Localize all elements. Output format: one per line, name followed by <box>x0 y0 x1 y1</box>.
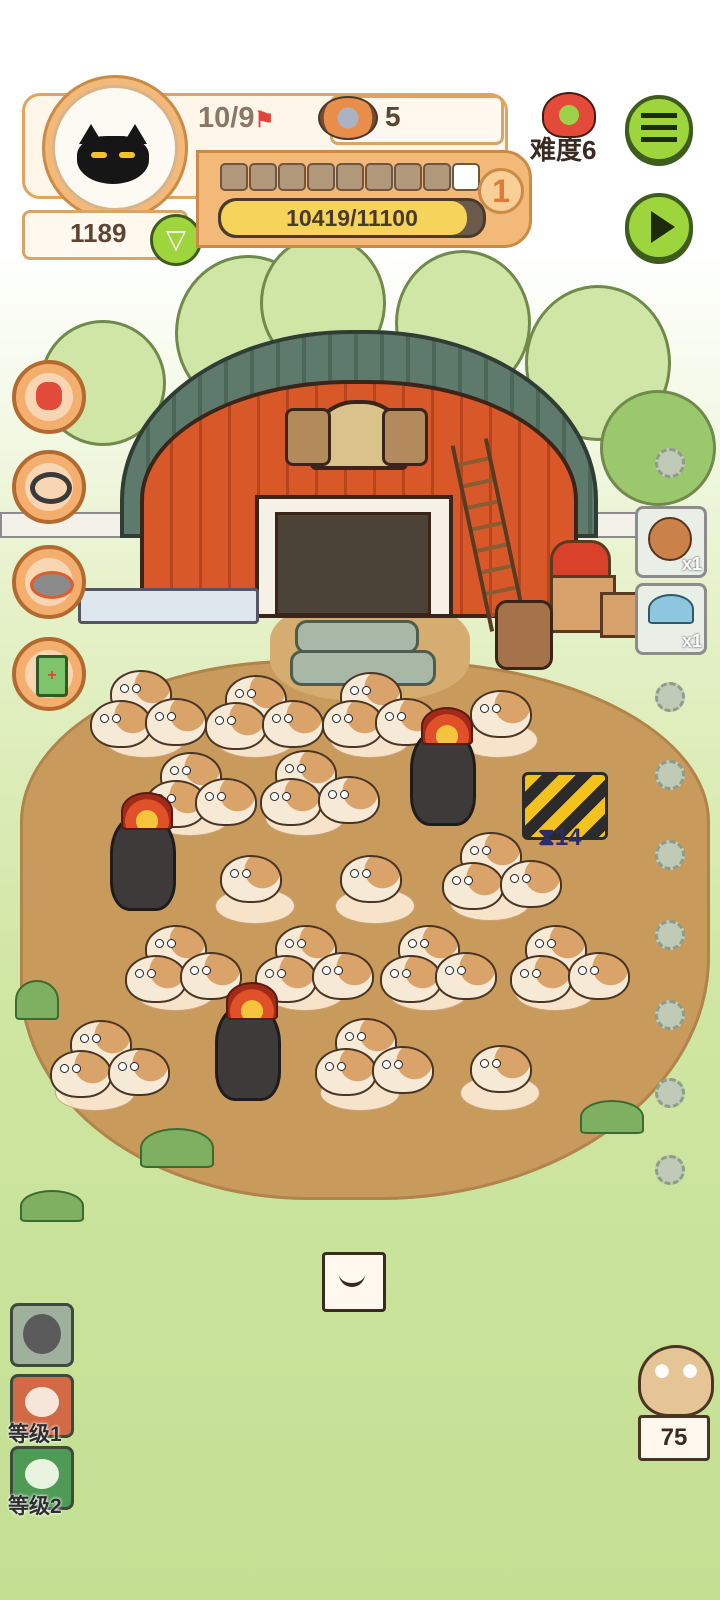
hamster[interactable] <box>262 700 324 748</box>
bowl-icon <box>30 571 74 599</box>
hamster[interactable] <box>260 778 322 826</box>
progress-segment <box>307 163 335 191</box>
level-badge: 1 <box>478 168 524 214</box>
rooster[interactable] <box>215 982 281 1101</box>
hamster[interactable] <box>220 855 282 903</box>
xp-text: 10419/11100 <box>286 205 418 231</box>
cat-count: 10/9⚑ <box>198 102 274 135</box>
progress-segment <box>336 163 364 191</box>
hamster[interactable] <box>510 955 572 1003</box>
carrot-planter <box>78 588 259 624</box>
hamster[interactable] <box>500 860 562 908</box>
black-cat-icon <box>77 124 149 184</box>
progress-segment <box>423 163 451 191</box>
hamster[interactable] <box>340 855 402 903</box>
item-peanut[interactable]: x1 <box>635 506 707 578</box>
level2-label: 等级2 <box>8 1495 62 1518</box>
list-icon <box>641 113 677 143</box>
hamster-counter[interactable]: 75 <box>638 1345 714 1461</box>
empty-slot-icon <box>655 682 685 712</box>
level-badge-value: 1 <box>492 173 510 209</box>
cat-toy-icon <box>36 382 62 410</box>
health-device-button[interactable]: + <box>12 637 86 711</box>
rooster[interactable] <box>110 792 176 911</box>
shield-down-icon[interactable]: ▽ <box>150 214 202 266</box>
food-bowl-icon <box>318 96 378 140</box>
empty-slot-icon <box>655 1078 685 1108</box>
play-button[interactable] <box>625 193 693 261</box>
collar-icon <box>30 472 72 504</box>
progress-segment <box>365 163 393 191</box>
cat-shop-button[interactable] <box>12 360 86 434</box>
progress-segment <box>278 163 306 191</box>
hamster[interactable] <box>205 702 267 750</box>
empty-slot-icon <box>655 1155 685 1185</box>
empty-slot-icon <box>655 760 685 790</box>
progress-segment <box>249 163 277 191</box>
cat-level1-icon <box>25 1387 59 1417</box>
hamster[interactable] <box>315 1048 377 1096</box>
food-count: 5 <box>385 101 401 132</box>
item-count: x1 <box>681 631 702 651</box>
hamster-portrait-icon <box>638 1345 714 1417</box>
flag-icon: ⚑ <box>254 107 275 132</box>
cat-silhouette-icon <box>23 1314 61 1354</box>
play-icon <box>651 211 675 243</box>
barn-door <box>275 512 431 616</box>
hamster[interactable] <box>435 952 497 1000</box>
item-count: x1 <box>681 554 702 574</box>
barrier-timer: ⧗14 <box>538 824 582 852</box>
hamster[interactable] <box>50 1050 112 1098</box>
xp-bar: 10419/11100 <box>218 198 486 238</box>
empty-slot-icon <box>655 1000 685 1030</box>
hamster[interactable] <box>312 952 374 1000</box>
item-mushroom[interactable]: x1 <box>635 583 707 655</box>
hamster[interactable] <box>442 862 504 910</box>
progress-segment <box>394 163 422 191</box>
hamster[interactable] <box>90 700 152 748</box>
rooster[interactable] <box>410 707 476 826</box>
level1-label: 等级1 <box>8 1423 62 1446</box>
food-bowl-button[interactable] <box>12 545 86 619</box>
hamster[interactable] <box>372 1046 434 1094</box>
barrel <box>495 600 553 670</box>
hamster[interactable] <box>195 778 257 826</box>
hamster[interactable] <box>108 1048 170 1096</box>
collar-button[interactable] <box>12 450 86 524</box>
menu-button[interactable] <box>625 95 693 163</box>
hourglass-icon: ⧗ <box>538 824 555 851</box>
empty-slot-icon <box>655 840 685 870</box>
empty-slot-icon <box>655 920 685 950</box>
chevron-down-icon <box>339 1271 365 1287</box>
hamster-count: 75 <box>638 1415 710 1461</box>
hamster[interactable] <box>318 776 380 824</box>
hamster[interactable] <box>470 1045 532 1093</box>
hamster[interactable] <box>380 955 442 1003</box>
locked-cat-button[interactable] <box>10 1303 74 1367</box>
coin-count: 1189 <box>70 218 127 248</box>
hamster[interactable] <box>568 952 630 1000</box>
difficulty-label: 难度6 <box>530 135 597 165</box>
cat-count-value: 10/9 <box>198 102 255 134</box>
cat-level2-icon <box>25 1459 59 1489</box>
collapse-tab[interactable] <box>322 1252 386 1312</box>
barrier-timer-value: 14 <box>554 824 582 851</box>
progress-segment <box>452 163 480 191</box>
mushroom-icon <box>648 594 694 624</box>
hamster[interactable] <box>470 690 532 738</box>
empty-slot-icon <box>655 448 685 478</box>
hamster[interactable] <box>125 955 187 1003</box>
avatar[interactable] <box>52 85 178 211</box>
progress-segment <box>220 163 248 191</box>
medkit-icon: + <box>36 655 68 697</box>
hamster[interactable] <box>145 698 207 746</box>
